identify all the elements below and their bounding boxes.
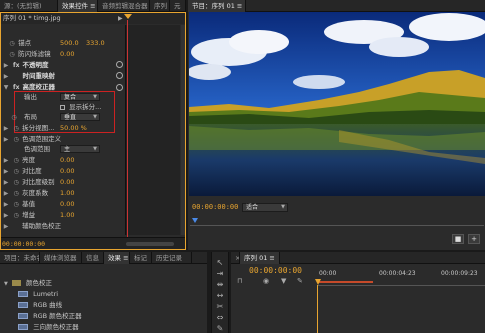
tab-effects[interactable]: 效果 ≡ <box>104 251 130 264</box>
effect-item-label: RGB 曲线 <box>33 301 63 309</box>
snap-icon[interactable]: ⊓ <box>237 277 242 285</box>
chevron-down-icon: ▼ <box>281 204 285 210</box>
effect-controls-tabbar: 源：(无剪辑) 效果控件 ≡ 音频剪辑混合器 序列 元 <box>0 0 186 12</box>
effect-item-label: 三向颜色校正器 <box>33 323 79 331</box>
ruler-label: 00:00:04:23 <box>379 270 416 277</box>
effect-item[interactable]: RGB 颜色校正器 <box>18 311 82 321</box>
timeline-tools-row: ⊓ ◉ ▼ ✎ <box>235 277 315 287</box>
program-timecode[interactable]: 00:00:00:00 <box>192 203 238 211</box>
tab-program[interactable]: 节目：序列 01 ≡ <box>188 0 246 12</box>
timeline-playhead-marker[interactable] <box>315 279 321 285</box>
razor-tool-icon[interactable]: ✂ <box>214 302 226 312</box>
tab-sequence[interactable]: 序列 <box>150 0 170 12</box>
ruler-label: 00:00 <box>319 270 337 277</box>
slip-tool-icon[interactable]: ⇔ <box>214 313 226 323</box>
folder-label: 颜色校正 <box>26 279 53 287</box>
effects-panel: 项目：未命名 媒体浏览器 信息 效果 ≡ 标记 历史记录 ▼ 颜色校正 Lume… <box>0 251 207 333</box>
add-marker-icon[interactable]: ▼ <box>281 277 286 285</box>
timeline-playhead[interactable] <box>317 285 318 333</box>
tab-info[interactable]: 信息 <box>82 251 104 264</box>
selection-tool-icon[interactable]: ↖ <box>214 258 226 268</box>
effect-item-label: Lumetri <box>33 290 59 298</box>
folder-icon <box>11 280 21 286</box>
effect-icon <box>18 291 28 297</box>
program-scrub-bar[interactable] <box>190 218 484 226</box>
program-controls: 00:00:00:00 适合 ▼ <box>188 200 485 214</box>
effect-icon <box>18 324 28 330</box>
rate-stretch-tool-icon[interactable]: ↔ <box>214 291 226 301</box>
track-select-tool-icon[interactable]: ⇥ <box>214 269 226 279</box>
pen-tool-icon[interactable]: ✎ <box>214 324 226 333</box>
tab-audio-clip-mixer[interactable]: 音频剪辑混合器 <box>98 0 150 12</box>
program-monitor-panel: 节目：序列 01 ≡ 00:00:00:00 适合 ▼ ■ + <box>188 0 485 250</box>
folder-color-correction[interactable]: ▼ 颜色校正 <box>4 278 52 288</box>
program-playhead[interactable] <box>192 218 198 223</box>
program-button-bar: ■ + <box>188 232 485 248</box>
effect-item[interactable]: RGB 曲线 <box>18 300 62 310</box>
tab-source[interactable]: 源：(无剪辑) <box>0 0 58 12</box>
wrench-icon[interactable]: ✎ <box>297 277 303 285</box>
tab-close-icon[interactable]: × <box>231 251 240 264</box>
tab-sequence-01[interactable]: 序列 01 ≡ <box>240 251 280 264</box>
work-area-bar[interactable] <box>317 281 373 283</box>
tab-media-browser[interactable]: 媒体浏览器 <box>40 251 82 264</box>
camera-icon: ■ <box>454 235 462 243</box>
tab-metadata[interactable]: 元 <box>170 0 186 12</box>
ruler-label: 00:00:09:23 <box>441 270 478 277</box>
effect-item[interactable]: Lumetri <box>18 289 58 299</box>
effect-icon <box>18 302 28 308</box>
tools-panel: ↖ ⇥ ⇹ ↔ ✂ ⇔ ✎ <box>211 252 229 333</box>
effects-tabbar: 项目：未命名 媒体浏览器 信息 效果 ≡ 标记 历史记录 <box>0 251 207 264</box>
timeline-timecode[interactable]: 00:00:00:00 <box>249 266 302 275</box>
landscape-image <box>189 12 485 196</box>
timeline-ruler[interactable]: 00:00 00:00:04:23 00:00:09:23 <box>317 270 485 286</box>
effect-icon <box>18 313 28 319</box>
ripple-edit-tool-icon[interactable]: ⇹ <box>214 280 226 290</box>
program-tabbar: 节目：序列 01 ≡ <box>188 0 485 12</box>
fit-dropdown[interactable]: 适合 ▼ <box>242 203 288 212</box>
expand-arrow-icon[interactable]: ▼ <box>4 281 8 287</box>
effect-item-label: RGB 颜色校正器 <box>33 312 82 320</box>
button-editor-button[interactable]: + <box>468 234 480 244</box>
tab-effect-controls[interactable]: 效果控件 ≡ <box>58 0 98 12</box>
export-frame-button[interactable]: ■ <box>452 234 464 244</box>
active-panel-outline <box>0 12 186 250</box>
program-video-frame <box>189 12 485 196</box>
linked-selection-icon[interactable]: ◉ <box>263 277 269 285</box>
fit-value: 适合 <box>246 204 259 211</box>
tab-history[interactable]: 历史记录 <box>152 251 192 264</box>
tab-project[interactable]: 项目：未命名 <box>0 251 40 264</box>
plus-icon: + <box>471 235 477 243</box>
effect-item[interactable]: 三向颜色校正器 <box>18 322 79 332</box>
tab-markers[interactable]: 标记 <box>130 251 152 264</box>
timeline-tabbar: × 序列 01 ≡ <box>231 251 485 264</box>
timeline-panel: × 序列 01 ≡ 00:00:00:00 ⊓ ◉ ▼ ✎ 00:00 00:0… <box>231 251 485 333</box>
